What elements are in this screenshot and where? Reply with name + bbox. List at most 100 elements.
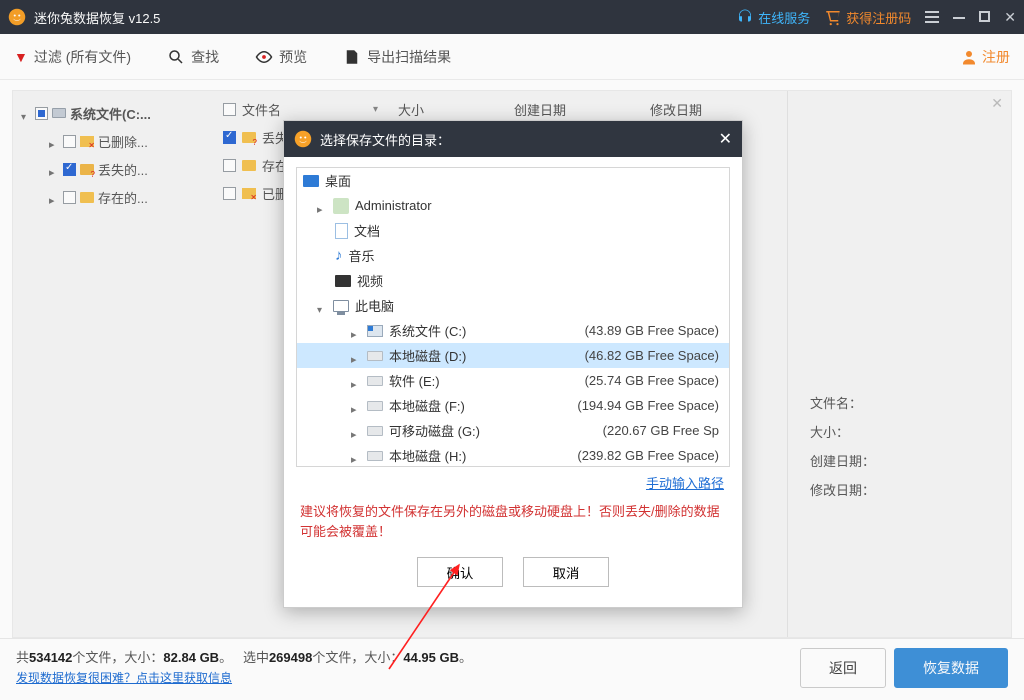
drive-label: 可移动磁盘 (G:): [389, 421, 480, 440]
system-drive-icon: [367, 325, 383, 337]
checkbox[interactable]: [223, 187, 236, 200]
get-reg-code-link[interactable]: 获得注册码: [824, 8, 911, 27]
register-button[interactable]: 注册: [960, 47, 1010, 67]
chevron-right-icon[interactable]: [351, 326, 361, 336]
close-button[interactable]: ✕: [1004, 9, 1016, 26]
chevron-right-icon[interactable]: [317, 201, 327, 211]
back-button[interactable]: 返回: [800, 648, 886, 688]
manual-path-link[interactable]: 手动输入路径: [646, 476, 724, 491]
export-tool[interactable]: 导出扫描结果: [343, 47, 451, 67]
maximize-icon: [979, 11, 990, 22]
find-tool[interactable]: 查找: [167, 47, 219, 67]
total-size: 82.84 GB: [163, 650, 219, 665]
dir-this-pc[interactable]: 此电脑: [297, 293, 729, 318]
dir-label: 视频: [357, 271, 383, 290]
document-icon: [335, 223, 348, 239]
dir-music[interactable]: ♪ 音乐: [297, 243, 729, 268]
drive-free: (43.89 GB Free Space): [585, 323, 729, 338]
user-icon: [333, 198, 349, 214]
filter-tool[interactable]: ▼ 过滤 (所有文件): [14, 47, 131, 67]
dialog-title: 选择保存文件的目录：: [320, 130, 450, 149]
dir-drive[interactable]: 软件 (E:) (25.74 GB Free Space): [297, 368, 729, 393]
chevron-right-icon[interactable]: [351, 401, 361, 411]
toolbar: ▼ 过滤 (所有文件) 查找 预览 导出扫描结果 注册: [0, 34, 1024, 80]
folder-icon: ?: [80, 164, 94, 175]
chevron-right-icon[interactable]: [49, 164, 59, 174]
online-service-link[interactable]: 在线服务: [736, 8, 810, 27]
drive-free: (220.67 GB Free Sp: [603, 423, 729, 438]
drive-free: (46.82 GB Free Space): [585, 348, 729, 363]
preview-tool[interactable]: 预览: [255, 47, 307, 67]
chevron-right-icon[interactable]: [351, 376, 361, 386]
dir-documents[interactable]: 文档: [297, 218, 729, 243]
deleted-folder-icon: [242, 188, 256, 199]
column-header-size[interactable]: 大小: [398, 100, 508, 119]
chevron-right-icon[interactable]: [49, 136, 59, 146]
filter-scope: (所有文件): [66, 49, 131, 65]
column-header-row: 文件名 ▾ 大小 创建日期 修改日期: [219, 95, 787, 123]
hamburger-icon: [925, 16, 939, 18]
dialog-close-button[interactable]: ✕: [719, 129, 732, 149]
tree-root-label: 系统文件(C:...: [70, 104, 151, 123]
dir-drive[interactable]: 本地磁盘 (H:) (239.82 GB Free Space): [297, 443, 729, 467]
t: 共: [16, 650, 29, 665]
checkbox-partial[interactable]: [35, 107, 48, 120]
pc-icon: [333, 300, 349, 312]
minimize-button[interactable]: [953, 9, 965, 25]
music-icon: ♪: [335, 247, 343, 264]
maximize-button[interactable]: [979, 9, 990, 25]
tree-root[interactable]: 系统文件(C:...: [21, 99, 207, 127]
checkbox[interactable]: [63, 191, 76, 204]
window-title: 迷你兔数据恢复 v12.5: [34, 8, 160, 27]
dialog-ok-button[interactable]: 确认: [417, 557, 503, 587]
tree-node-deleted[interactable]: 已删除...: [21, 127, 207, 155]
dir-drive[interactable]: 本地磁盘 (F:) (194.94 GB Free Space): [297, 393, 729, 418]
dir-admin[interactable]: Administrator: [297, 193, 729, 218]
chevron-right-icon[interactable]: [49, 192, 59, 202]
menu-button[interactable]: [925, 16, 939, 18]
recover-button[interactable]: 恢复数据: [894, 648, 1008, 688]
dir-drive[interactable]: 可移动磁盘 (G:) (220.67 GB Free Sp: [297, 418, 729, 443]
status-footer: 共534142个文件，大小：82.84 GB。 选中269498个文件，大小：4…: [0, 638, 1024, 700]
dialog-titlebar: 选择保存文件的目录： ✕: [284, 121, 742, 157]
chevron-down-icon[interactable]: [21, 108, 31, 118]
column-header-created[interactable]: 创建日期: [514, 100, 644, 119]
checkbox-checked[interactable]: [63, 163, 76, 176]
t: 。: [459, 650, 472, 665]
dialog-cancel-button[interactable]: 取消: [523, 557, 609, 587]
tree-node-existing[interactable]: 存在的...: [21, 183, 207, 211]
checkbox[interactable]: [223, 159, 236, 172]
dir-drive[interactable]: 系统文件 (C:) (43.89 GB Free Space): [297, 318, 729, 343]
chevron-right-icon[interactable]: [351, 451, 361, 461]
dir-label: 音乐: [349, 246, 375, 265]
detail-filename: 文件名：: [810, 393, 995, 412]
selected-count: 269498: [269, 650, 312, 665]
help-link[interactable]: 发现数据恢复很困难？点击这里获取信息: [16, 671, 232, 685]
t: 。: [219, 650, 232, 665]
search-icon: [167, 48, 185, 66]
dir-desktop[interactable]: 桌面: [297, 168, 729, 193]
column-header-name[interactable]: 文件名 ▾: [242, 100, 392, 119]
checkbox[interactable]: [63, 135, 76, 148]
close-details-button[interactable]: ✕: [991, 95, 1003, 112]
video-icon: [335, 275, 351, 287]
app-logo-icon: [294, 130, 312, 148]
column-header-modified[interactable]: 修改日期: [650, 100, 780, 119]
dir-drive-selected[interactable]: 本地磁盘 (D:) (46.82 GB Free Space): [297, 343, 729, 368]
checkbox-checked[interactable]: [223, 131, 236, 144]
drive-free: (194.94 GB Free Space): [577, 398, 729, 413]
header-checkbox[interactable]: [223, 103, 236, 116]
directory-tree[interactable]: 桌面 Administrator 文档 ♪ 音乐 视频: [296, 167, 730, 467]
detail-created: 创建日期：: [810, 451, 995, 470]
chevron-right-icon[interactable]: [351, 351, 361, 361]
tree-node-lost[interactable]: ? 丢失的...: [21, 155, 207, 183]
tree-node-label: 丢失的...: [98, 160, 148, 179]
chevron-right-icon[interactable]: [351, 426, 361, 436]
drive-label: 本地磁盘 (D:): [389, 346, 466, 365]
total-count: 534142: [29, 650, 72, 665]
dir-videos[interactable]: 视频: [297, 268, 729, 293]
chevron-down-icon[interactable]: [317, 301, 327, 311]
headset-icon: [736, 8, 754, 26]
save-location-dialog: 选择保存文件的目录： ✕ 桌面 Administrator 文档: [283, 120, 743, 608]
drive-icon: [367, 351, 383, 361]
